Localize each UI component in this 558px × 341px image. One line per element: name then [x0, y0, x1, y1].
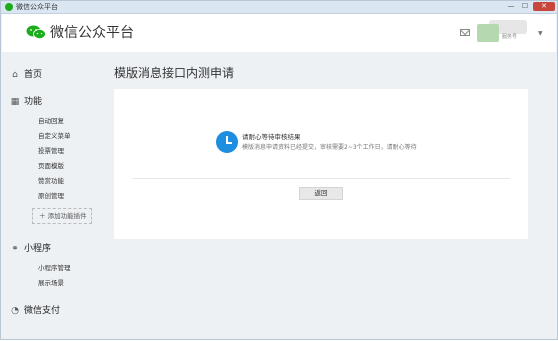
nav-miniprogram[interactable]: ⚭ 小程序: [11, 242, 52, 256]
wechat-small-icon: [5, 3, 13, 11]
nav-wechat-pay-label: 微信支付: [24, 306, 61, 316]
pay-icon: ◔: [11, 306, 19, 316]
platform-title[interactable]: 微信公众平台: [50, 24, 134, 42]
sidebar-item-display-scene[interactable]: 展示场景: [38, 278, 64, 288]
minimize-button[interactable]: —: [505, 2, 517, 11]
window-title: 微信公众平台: [16, 3, 58, 11]
top-header: 微信公众平台 服务号 ▼: [2, 14, 556, 52]
sidebar-item-page-template[interactable]: 页面模版: [38, 161, 64, 171]
sidebar-item-custom-menu[interactable]: 自定义菜单: [38, 131, 71, 141]
divider: [132, 178, 510, 179]
account-name[interactable]: 服务号: [502, 34, 517, 41]
nav-function[interactable]: ▦ 功能: [11, 95, 43, 109]
link-icon: ⚭: [11, 244, 19, 254]
status-description: 模版消息申请资料已经提交，审核需要2~3个工作日，请耐心等待: [242, 144, 417, 151]
nav-function-label: 功能: [24, 97, 43, 107]
home-icon: ⌂: [12, 70, 18, 80]
nav-miniprogram-label: 小程序: [24, 244, 52, 254]
sidebar-item-vote[interactable]: 投票管理: [38, 146, 64, 156]
status-title: 请耐心等待审核结果: [242, 133, 301, 141]
back-button[interactable]: 返回: [299, 187, 343, 200]
sidebar: ⌂ 首页 ▦ 功能 自动回复 自定义菜单 投票管理 页面模版 赞赏功能 原创管理…: [2, 53, 102, 341]
nav-wechat-pay[interactable]: ◔ 微信支付: [11, 304, 61, 318]
grid-icon: ▦: [10, 97, 20, 107]
dropdown-caret-icon[interactable]: ▼: [538, 30, 543, 38]
avatar[interactable]: [477, 24, 499, 42]
sidebar-item-reward[interactable]: 赞赏功能: [38, 176, 64, 186]
nav-home-label: 首页: [24, 70, 43, 80]
sidebar-item-original[interactable]: 原创管理: [38, 191, 64, 201]
mail-icon[interactable]: [460, 29, 470, 36]
wechat-logo-icon[interactable]: [26, 25, 46, 39]
browser-window: 微信公众平台 — ☐ ✕ 微信公众平台 服务号 ▼ ⌂ 首页 ▦ 功能 自动回复…: [0, 0, 558, 340]
clock-icon: [216, 131, 238, 153]
page-title: 模版消息接口内测申请: [114, 66, 235, 80]
sidebar-item-auto-reply[interactable]: 自动回复: [38, 116, 64, 126]
nav-home[interactable]: ⌂ 首页: [12, 68, 43, 82]
maximize-button[interactable]: ☐: [519, 2, 531, 11]
close-button[interactable]: ✕: [533, 2, 555, 11]
status-panel: 请耐心等待审核结果 模版消息申请资料已经提交，审核需要2~3个工作日，请耐心等待…: [114, 89, 528, 239]
sidebar-item-miniprogram-manage[interactable]: 小程序管理: [38, 263, 71, 273]
title-bar: 微信公众平台 — ☐ ✕: [1, 1, 557, 14]
add-plugin-button[interactable]: ＋ 添加功能插件: [32, 208, 92, 224]
